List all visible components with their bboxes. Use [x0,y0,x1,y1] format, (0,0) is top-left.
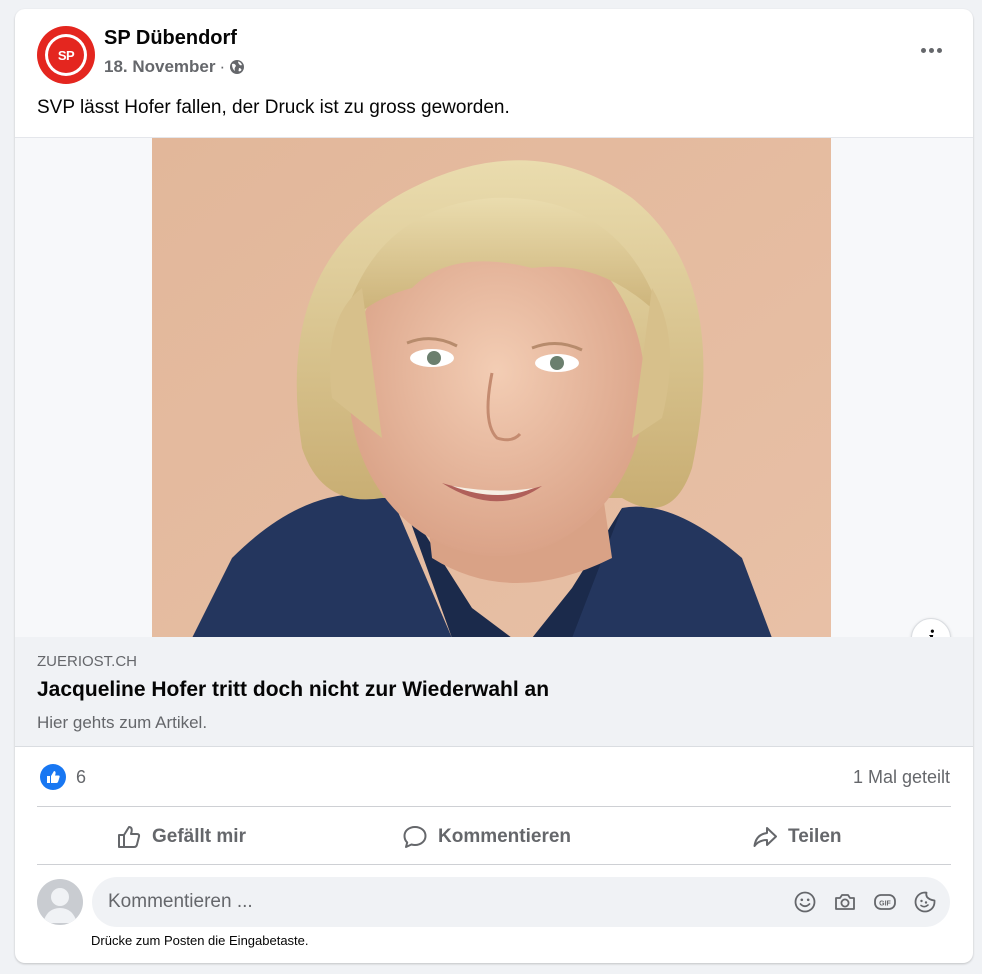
share-arrow-icon [753,827,777,847]
meta-separator: · [219,57,226,76]
comment-button[interactable]: Kommentieren [402,815,571,859]
globe-icon [229,59,245,75]
comment-input[interactable]: Kommentieren ... GIF [92,877,950,927]
post-meta: 18. November · [104,57,245,77]
page-name-link[interactable]: SP Dübendorf [104,27,237,50]
page-logo: SP [48,37,84,73]
comment-placeholder: Kommentieren ... [108,891,253,912]
svg-text:GIF: GIF [879,900,891,907]
comment-hint: Drücke zum Posten die Eingabetaste. [91,933,309,948]
gif-icon[interactable]: GIF [872,889,898,915]
emoji-icon[interactable] [792,889,818,915]
like-reaction-icon[interactable] [40,764,66,790]
like-count[interactable]: 6 [76,767,86,788]
link-domain: ZUERIOST.CH [37,653,138,670]
page-avatar[interactable]: SP [37,26,95,84]
share-button[interactable]: Teilen [752,815,842,859]
post-card: SP SP Dübendorf 18. November · SVP lässt… [15,9,973,963]
camera-icon[interactable] [832,889,858,915]
divider [37,864,951,865]
link-title[interactable]: Jacqueline Hofer tritt doch nicht zur Wi… [37,678,549,702]
divider [37,806,951,807]
speech-bubble-icon [403,826,427,848]
post-date[interactable]: 18. November [104,57,216,77]
avatar[interactable] [37,879,83,925]
link-preview-image-area[interactable] [15,137,973,638]
post-text: SVP lässt Hofer fallen, der Druck ist zu… [37,97,510,118]
share-button-label: Teilen [788,826,842,847]
like-button[interactable]: Gefällt mir [116,815,246,859]
share-count[interactable]: 1 Mal geteilt [853,767,950,788]
article-photo[interactable] [152,138,831,638]
like-button-label: Gefällt mir [152,826,246,847]
thumbs-up-icon [118,826,141,848]
link-description: Hier gehts zum Artikel. [37,713,208,732]
comment-button-label: Kommentieren [438,826,572,847]
sticker-icon[interactable] [912,889,938,915]
link-preview-details[interactable]: ZUERIOST.CH Jacqueline Hofer tritt doch … [15,637,973,747]
more-options-icon[interactable] [913,35,949,65]
